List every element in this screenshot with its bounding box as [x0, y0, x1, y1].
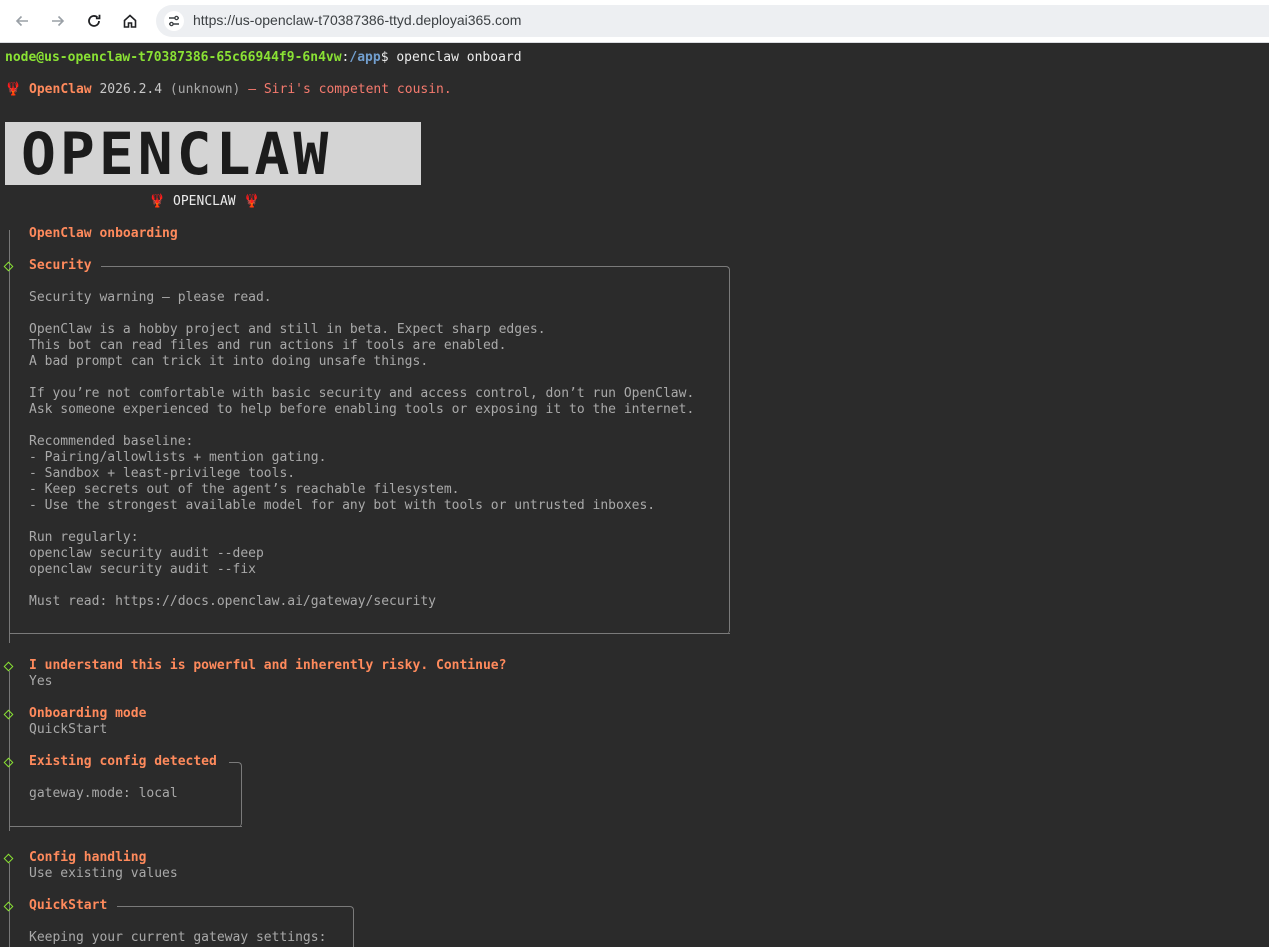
risk-answer: Yes: [29, 674, 53, 689]
step-diamond-icon: [3, 661, 14, 672]
security-line: Run regularly:: [29, 530, 139, 545]
prompt-dollar: $: [380, 50, 389, 65]
flow-line: [9, 671, 10, 831]
prompt-path: /app: [349, 50, 381, 65]
security-line: Must read: https://docs.openclaw.ai/gate…: [29, 594, 436, 609]
reload-icon: [88, 14, 101, 27]
risk-question: I understand this is powerful and inhere…: [29, 658, 507, 673]
home-icon: [123, 14, 137, 28]
prompt-user-host: node@us-openclaw-t70387386-65c66944f9-6n…: [5, 50, 342, 65]
prompt-command: openclaw onboard: [388, 50, 522, 65]
app-version: 2026.2.4: [99, 82, 163, 97]
banner-caption: 🦞 OPENCLAW 🦞: [149, 194, 260, 209]
step-diamond-icon: [3, 261, 14, 272]
step-diamond-icon: [3, 757, 14, 768]
security-title: Security: [29, 258, 92, 273]
lobster-icon: 🦞: [5, 82, 22, 97]
terminal[interactable]: node@us-openclaw-t70387386-65c66944f9-6n…: [0, 44, 1269, 947]
flow-line: [9, 233, 10, 643]
back-arrow-icon: [15, 15, 28, 27]
security-line: OpenClaw is a hobby project and still in…: [29, 322, 546, 337]
app-tagline: — Siri's competent cousin.: [248, 82, 452, 97]
config-box: [229, 762, 242, 827]
security-line: - Sandbox + least-privilege tools.: [29, 466, 296, 481]
address-bar[interactable]: https://us-openclaw-t70387386-ttyd.deplo…: [156, 5, 1269, 37]
step-diamond-icon: [3, 901, 14, 912]
existing-config-line: gateway.mode: local: [29, 786, 178, 801]
app-build: (unknown): [169, 82, 241, 97]
forward-button[interactable]: [45, 8, 71, 34]
site-info-icon: [169, 15, 179, 27]
security-line: openclaw security audit --fix: [29, 562, 256, 577]
version-line: 🦞 OpenClaw 2026.2.4 (unknown) — Siri's c…: [5, 82, 452, 98]
prompt-line: node@us-openclaw-t70387386-65c66944f9-6n…: [5, 50, 522, 66]
forward-arrow-icon: [52, 15, 65, 27]
quickstart-line: Keeping your current gateway settings:: [29, 930, 327, 945]
flow-start: [9, 230, 10, 238]
security-line: Security warning — please read.: [29, 290, 272, 305]
app-name: OpenClaw: [29, 82, 92, 97]
security-line: A bad prompt can trick it into doing uns…: [29, 354, 429, 369]
config-box-bottom: [9, 826, 242, 827]
security-line: Ask someone experienced to help before e…: [29, 402, 695, 417]
quickstart-title: QuickStart: [29, 898, 108, 913]
url-text: https://us-openclaw-t70387386-ttyd.deplo…: [193, 12, 522, 28]
onboarding-mode-title: Onboarding mode: [29, 706, 147, 721]
home-button[interactable]: [117, 8, 143, 34]
existing-config-title: Existing config detected: [29, 754, 217, 769]
security-line: - Pairing/allowlists + mention gating.: [29, 450, 327, 465]
security-line: This bot can read files and run actions …: [29, 338, 507, 353]
security-line: openclaw security audit --deep: [29, 546, 264, 561]
step-diamond-icon: [3, 709, 14, 720]
security-line: Recommended baseline:: [29, 434, 194, 449]
config-handling-title: Config handling: [29, 850, 147, 865]
site-info-button[interactable]: [164, 11, 184, 31]
step-diamond-icon: [3, 853, 14, 864]
ascii-banner: OPENCLAW: [5, 122, 421, 185]
security-line: If you’re not comfortable with basic sec…: [29, 386, 695, 401]
reload-button[interactable]: [81, 8, 107, 34]
onboarding-mode-answer: QuickStart: [29, 722, 108, 737]
config-handling-answer: Use existing values: [29, 866, 178, 881]
browser-toolbar: https://us-openclaw-t70387386-ttyd.deplo…: [0, 0, 1269, 43]
banner-art-text: OPENCLAW: [21, 120, 333, 188]
security-line: - Use the strongest available model for …: [29, 498, 656, 513]
onboarding-title: OpenClaw onboarding: [29, 226, 178, 241]
security-line: - Keep secrets out of the agent’s reacha…: [29, 482, 460, 497]
back-button[interactable]: [9, 8, 35, 34]
